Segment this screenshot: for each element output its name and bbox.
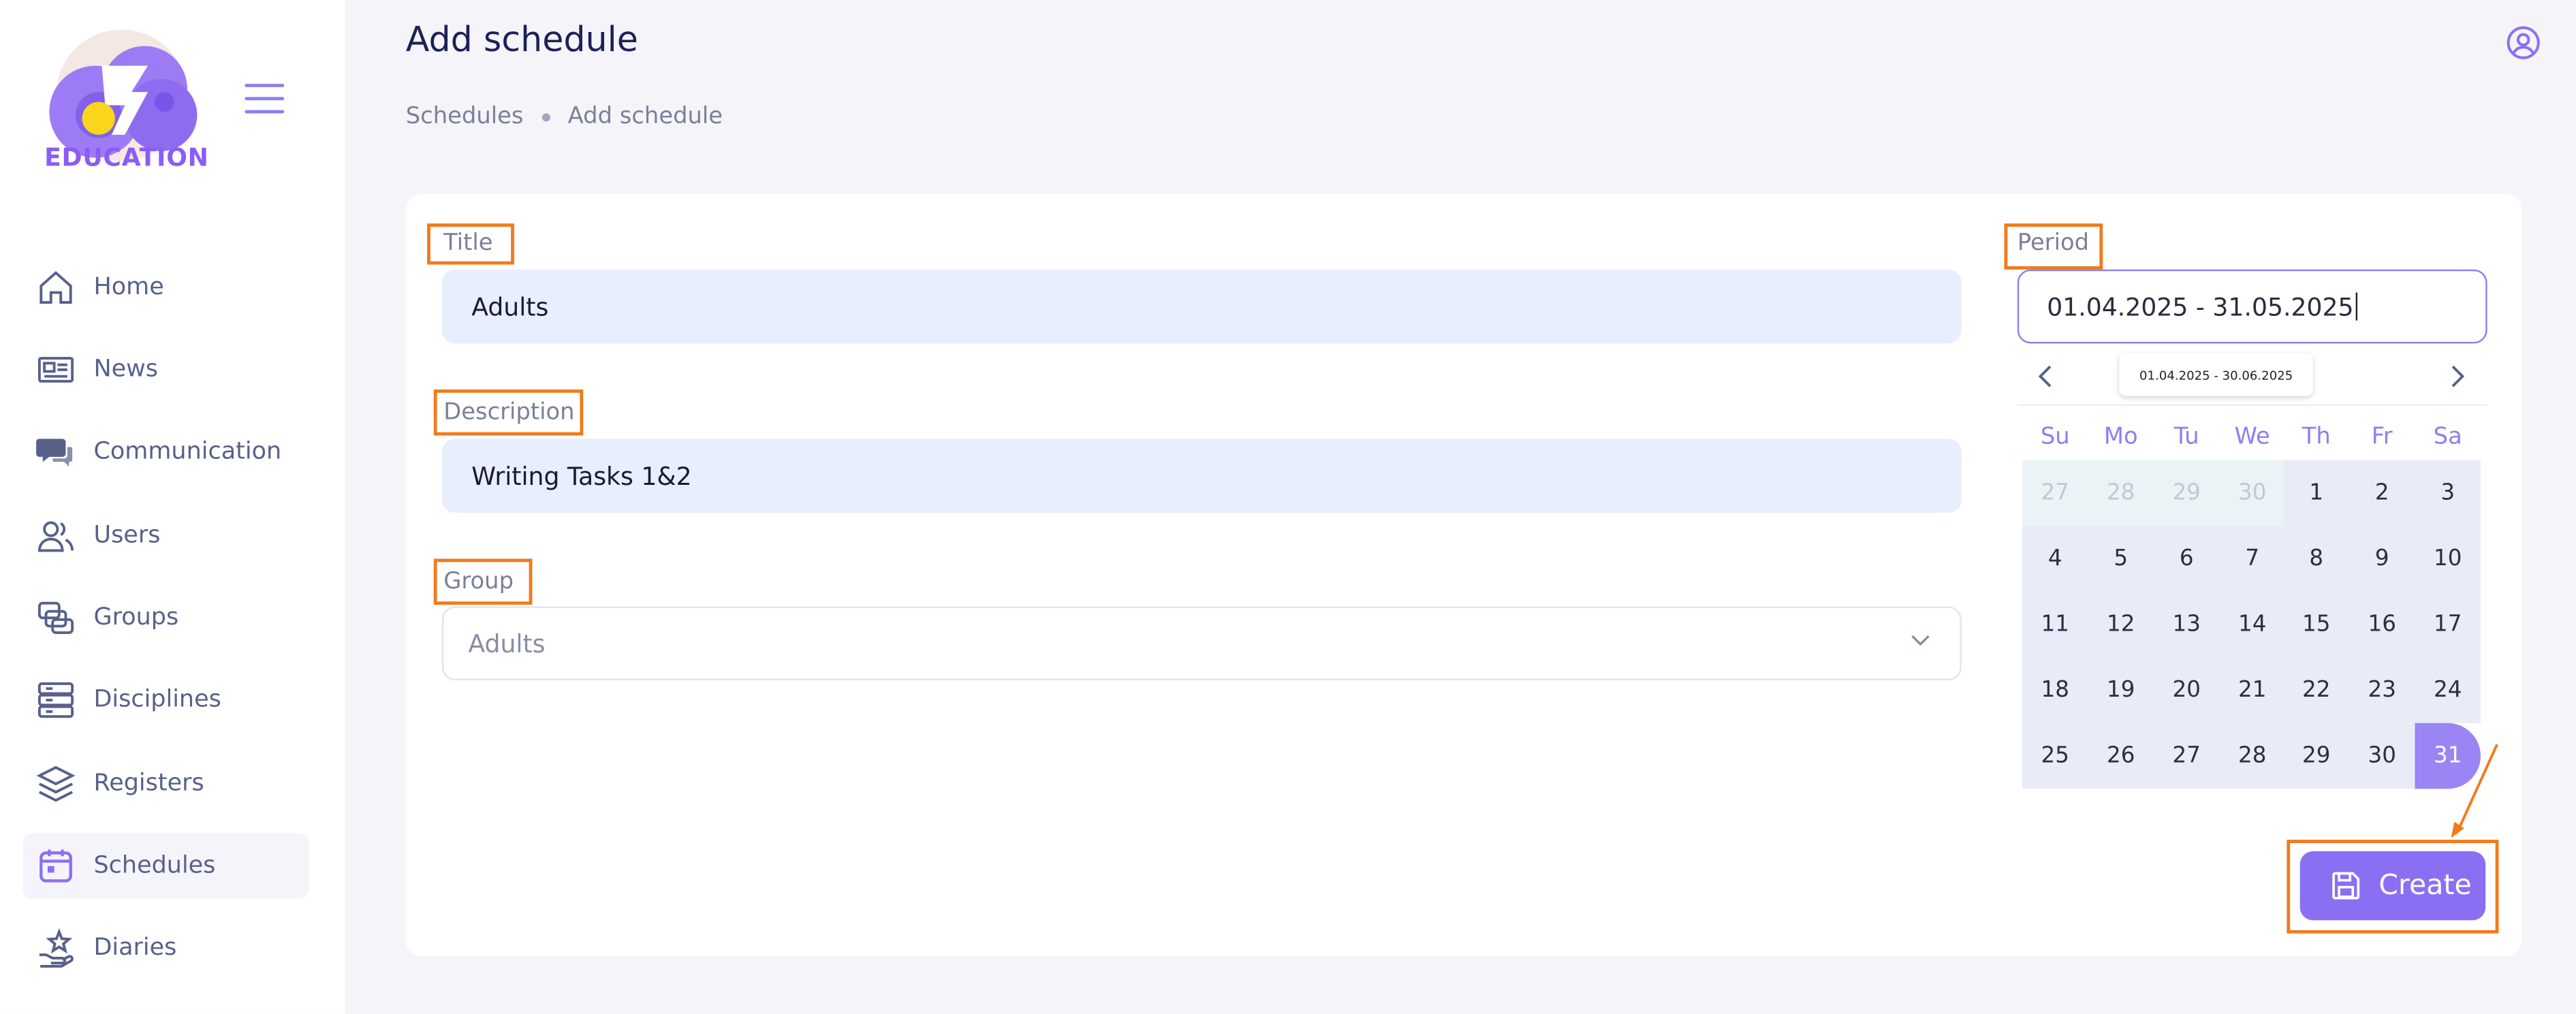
sidebar-item-groups[interactable]: Groups xyxy=(23,585,309,651)
calendar-day[interactable]: 7 xyxy=(2219,526,2285,592)
group-select[interactable]: Adults xyxy=(441,606,1962,681)
calendar-day[interactable]: 19 xyxy=(2088,657,2154,723)
calendar-day[interactable]: 30 xyxy=(2349,723,2415,789)
calendar-icon xyxy=(40,849,72,883)
sidebar-item-schedules[interactable]: Schedules xyxy=(22,833,309,900)
save-icon xyxy=(2332,872,2360,900)
calendar-day[interactable]: 22 xyxy=(2283,657,2350,723)
sidebar-item-label: Disciplines xyxy=(93,686,221,714)
chevron-right-icon[interactable] xyxy=(2449,365,2466,388)
groups-icon xyxy=(37,601,74,635)
brand-name: EDUCATION xyxy=(44,142,209,173)
sidebar-item-label: Registers xyxy=(93,770,204,797)
user-profile-icon[interactable] xyxy=(2505,25,2541,61)
calendar-header: 01.04.2025 - 30.06.2025 xyxy=(2017,349,2487,407)
calendar-day[interactable]: 25 xyxy=(2022,723,2088,789)
sidebar-item-news[interactable]: News xyxy=(23,337,309,403)
annotation-arrow xyxy=(2451,744,2498,838)
calendar-day[interactable]: 27 xyxy=(2154,723,2220,789)
sidebar-item-label: News xyxy=(93,356,158,383)
group-label: Group xyxy=(443,568,514,595)
sidebar-item-label: Diaries xyxy=(93,935,177,962)
menu-toggle-icon[interactable] xyxy=(245,84,285,116)
calendar-day[interactable]: 10 xyxy=(2415,526,2481,592)
period-label: Period xyxy=(2017,229,2090,257)
home-icon xyxy=(40,271,72,304)
breadcrumb: Schedules Add schedule xyxy=(406,104,723,130)
calendar-range-tooltip: 01.04.2025 - 30.06.2025 xyxy=(2119,353,2313,396)
calendar-day[interactable]: 3 xyxy=(2415,460,2481,526)
calendar-day[interactable]: 24 xyxy=(2415,657,2481,723)
title-input[interactable]: Adults xyxy=(441,269,1962,344)
weekday-label: Th xyxy=(2302,424,2331,451)
weekday-label: We xyxy=(2234,424,2270,451)
calendar-day[interactable]: 8 xyxy=(2283,526,2350,592)
calendar-day[interactable]: 28 xyxy=(2219,723,2285,789)
sidebar-item-label: Groups xyxy=(93,605,179,631)
users-icon xyxy=(37,521,74,552)
weekday-label: Mo xyxy=(2103,424,2138,451)
description-label: Description xyxy=(443,399,575,426)
calendar-day[interactable]: 14 xyxy=(2219,591,2285,658)
sidebar-item-disciplines[interactable]: Disciplines xyxy=(23,667,309,733)
calendar-day[interactable]: 23 xyxy=(2349,657,2415,723)
calendar-day[interactable]: 29 xyxy=(2283,723,2350,789)
title-label: Title xyxy=(443,229,493,257)
sidebar: EDUCATION Home News Communication Users … xyxy=(0,0,345,1014)
description-input[interactable]: Writing Tasks 1&2 xyxy=(441,439,1962,513)
sidebar-item-home[interactable]: Home xyxy=(23,255,309,321)
period-input-value: 01.04.2025 - 31.05.2025 xyxy=(2047,291,2354,321)
create-button-label: Create xyxy=(2378,869,2472,902)
weekday-label: Su xyxy=(2040,424,2070,451)
server-icon xyxy=(37,682,74,718)
calendar-day[interactable]: 4 xyxy=(2022,526,2088,592)
sidebar-item-users[interactable]: Users xyxy=(23,503,309,569)
calendar-day[interactable]: 17 xyxy=(2415,591,2481,658)
chevron-down-icon xyxy=(1911,635,1930,646)
calendar-day[interactable]: 26 xyxy=(2088,723,2154,789)
chat-icon xyxy=(36,439,73,467)
calendar-day[interactable]: 13 xyxy=(2154,591,2220,658)
calendar-day[interactable]: 15 xyxy=(2283,591,2350,658)
group-select-value: Adults xyxy=(468,629,546,659)
calendar-day[interactable]: 20 xyxy=(2154,657,2220,723)
calendar-day[interactable]: 30 xyxy=(2219,460,2285,526)
layers-icon xyxy=(36,765,76,802)
page-title: Add schedule xyxy=(405,19,638,59)
sidebar-item-diaries[interactable]: Diaries xyxy=(23,915,309,981)
calendar-day[interactable]: 18 xyxy=(2022,657,2088,723)
breadcrumb-current: Add schedule xyxy=(567,104,723,130)
sidebar-item-label: Schedules xyxy=(93,853,216,880)
newspaper-icon xyxy=(37,357,74,383)
sidebar-item-label: Home xyxy=(93,274,164,301)
sidebar-item-label: Users xyxy=(93,522,161,550)
calendar-day[interactable]: 1 xyxy=(2283,460,2350,526)
calendar-day[interactable]: 9 xyxy=(2349,526,2415,592)
calendar-day[interactable]: 16 xyxy=(2349,591,2415,658)
calendar-day[interactable]: 6 xyxy=(2154,526,2220,592)
calendar-day[interactable]: 29 xyxy=(2154,460,2220,526)
breadcrumb-schedules[interactable]: Schedules xyxy=(406,104,524,130)
weekday-label: Sa xyxy=(2433,424,2462,451)
calendar-day[interactable]: 21 xyxy=(2219,657,2285,723)
calendar-day[interactable]: 12 xyxy=(2088,591,2154,658)
period-input[interactable]: 01.04.2025 - 31.05.2025 xyxy=(2017,269,2487,344)
calendar-day[interactable]: 5 xyxy=(2088,526,2154,592)
chevron-left-icon[interactable] xyxy=(2037,365,2054,388)
sidebar-item-registers[interactable]: Registers xyxy=(23,751,309,817)
calendar-day[interactable]: 28 xyxy=(2088,460,2154,526)
create-button[interactable]: Create xyxy=(2299,851,2486,921)
star-hand-icon xyxy=(39,928,74,968)
sidebar-item-communication[interactable]: Communication xyxy=(23,419,309,485)
calendar-day[interactable]: 27 xyxy=(2022,460,2088,526)
calendar-day[interactable]: 2 xyxy=(2349,460,2415,526)
breadcrumb-separator xyxy=(541,112,550,121)
text-caret xyxy=(2355,292,2357,321)
calendar-day[interactable]: 11 xyxy=(2022,591,2088,658)
sidebar-item-label: Communication xyxy=(93,439,282,465)
weekday-label: Fr xyxy=(2371,424,2393,451)
weekday-label: Tu xyxy=(2173,424,2199,451)
